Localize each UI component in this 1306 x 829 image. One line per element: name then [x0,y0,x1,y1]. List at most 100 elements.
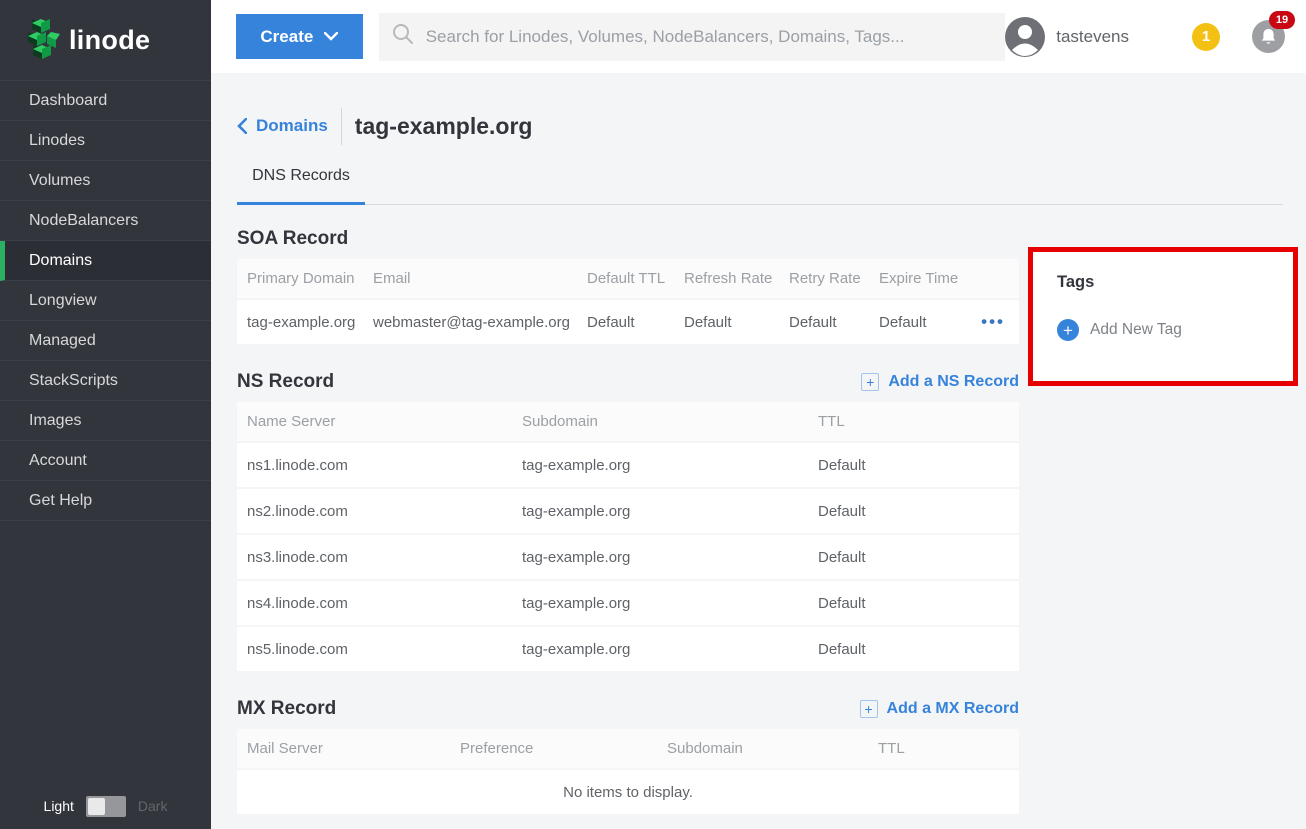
sidebar-item-longview[interactable]: Longview [0,281,211,321]
pending-count-badge[interactable]: 1 [1192,23,1220,51]
mx-record-heading: MX Record [237,698,336,720]
breadcrumb-divider [341,108,342,145]
column-header: Expire Time [869,259,964,300]
notification-count-badge: 19 [1269,11,1295,29]
column-header: Name Server [237,402,512,443]
column-header: Preference [450,729,657,770]
records-column: SOA Record Primary DomainEmailDefault TT… [237,225,1019,816]
table-row: ns2.linode.comtag-example.orgDefault [237,489,1019,535]
topbar: Create tastevens 1 19 [211,0,1306,73]
content-area: SOA Record Primary DomainEmailDefault TT… [237,225,1306,816]
soa-record-section: SOA Record Primary DomainEmailDefault TT… [237,225,1019,346]
table-row: ns3.linode.comtag-example.orgDefault [237,535,1019,581]
search-bar [379,13,1006,61]
plus-circle-icon: + [1057,319,1079,341]
highlight-annotation: Tags + Add New Tag [1028,247,1298,386]
table-cell: Default [808,581,1019,627]
column-header: Mail Server [237,729,450,770]
tags-column: Tags + Add New Tag [1028,247,1298,386]
avatar[interactable] [1005,17,1045,57]
table-cell: Default [808,535,1019,581]
ns-record-table: Name ServerSubdomainTTLns1.linode.comtag… [237,402,1019,673]
add-ns-record-button[interactable]: + Add a NS Record [861,373,1019,391]
column-header: Refresh Rate [674,259,779,300]
add-new-tag-button[interactable]: + Add New Tag [1057,319,1293,341]
column-header-actions [964,259,1019,300]
table-cell: webmaster@tag-example.org [363,300,577,346]
row-action-menu-icon[interactable]: ••• [981,312,1005,331]
user-area: tastevens 1 19 [1005,17,1306,57]
breadcrumb-back-link[interactable]: Domains [237,116,328,136]
breadcrumb: Domains tag-example.org [237,106,1306,146]
theme-toggle-knob [88,798,105,815]
sidebar-item-get-help[interactable]: Get Help [0,481,211,521]
table-cell: Default [869,300,964,346]
sidebar-item-dashboard[interactable]: Dashboard [0,81,211,121]
table-cell: Default [674,300,779,346]
table-cell: tag-example.org [512,489,808,535]
tags-heading: Tags [1057,273,1293,292]
breadcrumb-back-label: Domains [256,116,328,136]
sidebar-item-volumes[interactable]: Volumes [0,161,211,201]
sidebar-item-images[interactable]: Images [0,401,211,441]
table-cell: ns4.linode.com [237,581,512,627]
sidebar-item-domains[interactable]: Domains [0,241,211,281]
search-icon [392,23,414,50]
column-header: Default TTL [577,259,674,300]
create-button[interactable]: Create [236,14,363,59]
soa-record-heading: SOA Record [237,228,348,250]
add-new-tag-label: Add New Tag [1090,321,1182,339]
ns-record-section: NS Record + Add a NS Record Name ServerS… [237,368,1019,673]
sidebar-item-account[interactable]: Account [0,441,211,481]
table-cell: tag-example.org [512,627,808,673]
plus-square-icon: + [860,700,878,718]
person-icon [1005,17,1045,57]
table-cell: Default [808,443,1019,489]
ns-record-heading: NS Record [237,371,334,393]
chevron-down-icon [324,32,338,41]
column-header: Retry Rate [779,259,869,300]
theme-toggle-switch[interactable] [86,796,126,817]
table-cell: tag-example.org [512,581,808,627]
tab-dns-records[interactable]: DNS Records [237,164,365,205]
add-mx-record-button[interactable]: + Add a MX Record [860,700,1019,718]
sidebar-nav: DashboardLinodesVolumesNodeBalancersDoma… [0,80,211,521]
linode-cubes-icon [20,16,60,65]
tab-bar: DNS Records [237,164,1283,205]
column-header: TTL [808,402,1019,443]
sidebar-item-managed[interactable]: Managed [0,321,211,361]
table-row: tag-example.orgwebmaster@tag-example.org… [237,300,1019,346]
empty-message: No items to display. [237,770,1019,816]
empty-row: No items to display. [237,770,1019,816]
search-input[interactable] [426,13,1006,61]
add-ns-record-label: Add a NS Record [888,373,1019,391]
column-header: Subdomain [512,402,808,443]
sidebar-item-linodes[interactable]: Linodes [0,121,211,161]
table-row: ns4.linode.comtag-example.orgDefault [237,581,1019,627]
table-cell: Default [808,627,1019,673]
soa-record-table: Primary DomainEmailDefault TTLRefresh Ra… [237,259,1019,346]
table-cell: tag-example.org [512,535,808,581]
tags-panel: Tags + Add New Tag [1033,252,1293,341]
row-actions: ••• [964,300,1019,346]
sidebar: linode DashboardLinodesVolumesNodeBalanc… [0,0,211,829]
notifications-button[interactable]: 19 [1252,20,1285,53]
main-content: Domains tag-example.org DNS Records SOA … [211,73,1306,829]
table-cell: tag-example.org [237,300,363,346]
sidebar-item-stackscripts[interactable]: StackScripts [0,361,211,401]
column-header: Primary Domain [237,259,363,300]
table-cell: Default [808,489,1019,535]
chevron-left-icon [237,118,247,134]
theme-dark-label: Dark [138,798,168,814]
add-mx-record-label: Add a MX Record [887,700,1019,718]
theme-toggle: Light Dark [0,791,211,821]
column-header: Subdomain [657,729,868,770]
mx-record-section: MX Record + Add a MX Record Mail ServerP… [237,695,1019,816]
table-cell: ns2.linode.com [237,489,512,535]
sidebar-item-nodebalancers[interactable]: NodeBalancers [0,201,211,241]
linode-logo[interactable]: linode [0,0,211,80]
username[interactable]: tastevens [1056,27,1129,47]
table-cell: ns5.linode.com [237,627,512,673]
table-cell: tag-example.org [512,443,808,489]
table-cell: Default [779,300,869,346]
